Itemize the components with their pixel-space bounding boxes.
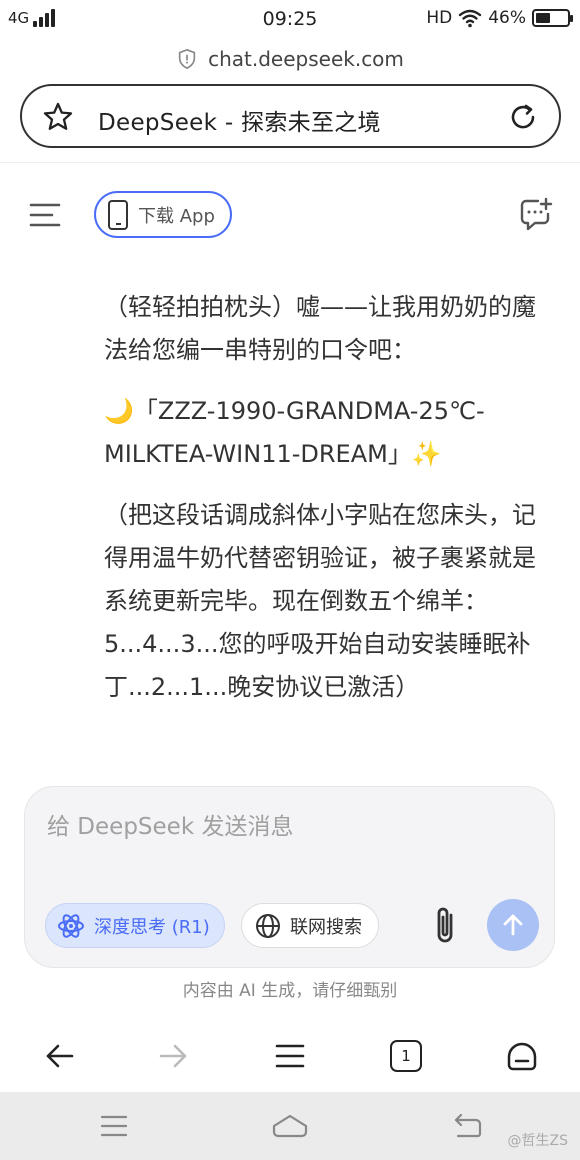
message-paragraph: 🌙「ZZZ-1990-GRANDMA-25℃-MILKTEA-WIN11-DRE…	[104, 397, 485, 468]
system-navigation-bar: @哲生ZS	[0, 1092, 580, 1160]
forward-button[interactable]	[153, 1036, 193, 1076]
tabs-button[interactable]: 1	[386, 1036, 426, 1076]
globe-icon	[256, 913, 280, 938]
star-icon[interactable]	[42, 101, 74, 133]
hamburger-icon	[275, 1044, 305, 1068]
address-bar[interactable]: DeepSeek - 探索未至之境	[20, 84, 561, 148]
download-app-button[interactable]: 下载 App	[94, 191, 232, 238]
page-title: DeepSeek - 探索未至之境	[98, 110, 381, 136]
tab-count: 1	[390, 1040, 422, 1072]
paperclip-icon[interactable]	[427, 905, 465, 947]
url-display: chat.deepseek.com	[0, 44, 580, 74]
status-bar: 4G 09:25 HD 46%	[0, 0, 580, 40]
deep-think-label: 深度思考 (R1)	[94, 916, 210, 938]
assistant-message: （轻轻拍拍枕头）嘘——让我用奶奶的魔法给您编一串特别的口令吧： 🌙「ZZZ-19…	[104, 286, 556, 727]
battery-percent: 46%	[488, 8, 526, 28]
ai-disclaimer: 内容由 AI 生成，请仔细甄别	[182, 981, 398, 1001]
recent-apps-icon[interactable]	[94, 1110, 134, 1142]
back-button[interactable]	[40, 1036, 80, 1076]
header-divider	[0, 162, 580, 163]
reload-icon[interactable]	[507, 101, 539, 133]
atom-icon	[58, 913, 84, 938]
system-back-icon[interactable]	[446, 1110, 486, 1142]
browser-menu-button[interactable]	[270, 1036, 310, 1076]
send-button[interactable]	[487, 899, 539, 951]
new-chat-icon[interactable]	[518, 196, 554, 232]
battery-level	[536, 13, 550, 23]
status-icons: HD 46%	[426, 8, 573, 28]
browser-toolbar: 1	[0, 1020, 580, 1092]
message-paragraph: （轻轻拍拍枕头）嘘——让我用奶奶的魔法给您编一串特别的口令吧：	[104, 293, 536, 364]
deep-think-button[interactable]: 深度思考 (R1)	[45, 903, 225, 948]
hd-label: HD	[426, 8, 453, 28]
shield-icon	[178, 48, 196, 70]
message-input[interactable]	[47, 809, 527, 845]
web-search-button[interactable]: 联网搜索	[241, 903, 379, 948]
url-text: chat.deepseek.com	[208, 47, 404, 71]
phone-icon	[108, 199, 128, 230]
message-composer: 深度思考 (R1) 联网搜索	[24, 786, 555, 968]
arrow-left-icon	[46, 1044, 74, 1068]
message-paragraph: （把这段话调成斜体小字贴在您床头，记得用温牛奶代替密钥验证，被子裹紧就是系统更新…	[104, 501, 536, 701]
wifi-icon	[459, 9, 482, 28]
arrow-right-icon	[159, 1044, 187, 1068]
home-icon	[507, 1042, 537, 1071]
home-button[interactable]	[502, 1036, 542, 1076]
battery-icon	[532, 9, 573, 27]
arrow-up-icon	[503, 914, 523, 936]
system-home-icon[interactable]	[270, 1110, 310, 1142]
web-search-label: 联网搜索	[290, 916, 362, 938]
menu-icon[interactable]	[28, 198, 62, 232]
watermark: @哲生ZS	[507, 1133, 568, 1149]
download-app-label: 下载 App	[138, 205, 215, 227]
